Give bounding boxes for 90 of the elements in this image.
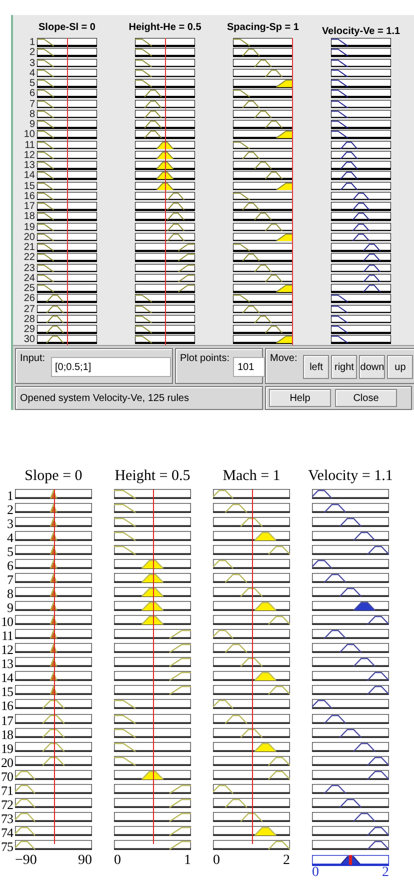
input-line[interactable] xyxy=(54,489,55,844)
variable-title: Slope-Sl = 0 xyxy=(38,21,96,35)
rule-number: 9 xyxy=(7,601,13,616)
variable-title: Velocity-Ve = 1.1 xyxy=(320,25,402,38)
rule-number: 7 xyxy=(29,100,35,110)
rule-number: 29 xyxy=(24,325,35,335)
rule-number: 22 xyxy=(24,253,35,264)
rule-number: 12 xyxy=(1,643,13,658)
axis-label: 0 xyxy=(114,854,121,867)
variable-title: Velocity = 1.1 xyxy=(307,467,394,486)
rule-number: 9 xyxy=(29,120,35,130)
rule-number: 73 xyxy=(1,812,13,826)
axis-label: 2 xyxy=(283,854,290,867)
rule-number: 75 xyxy=(1,840,13,854)
rule-number: 24 xyxy=(24,274,35,284)
variable-title: Mach = 1 xyxy=(222,467,282,486)
rule-number: 30 xyxy=(24,335,35,345)
move-button[interactable]: down xyxy=(359,355,386,379)
move-button[interactable]: right xyxy=(331,355,358,379)
rule-number: 25 xyxy=(24,284,35,294)
rule-number: 8 xyxy=(7,587,13,602)
rule-number: 26 xyxy=(24,294,35,304)
rule-number: 4 xyxy=(29,68,35,79)
rule-number: 13 xyxy=(1,657,13,672)
axis-label: 0 xyxy=(312,866,319,879)
rule-number: 18 xyxy=(1,728,13,742)
rule-number: 15 xyxy=(1,685,13,700)
rule-number: 5 xyxy=(29,79,35,89)
rule-number: 14 xyxy=(24,171,35,182)
axis-label: 0 xyxy=(213,854,220,867)
input-line[interactable] xyxy=(152,489,154,844)
rule-number: 71 xyxy=(1,784,13,798)
rule-number: 27 xyxy=(24,304,35,315)
rule-number: 1 xyxy=(29,38,35,48)
rule-number: 17 xyxy=(1,714,13,728)
dialog-button[interactable]: Help xyxy=(269,389,331,407)
plot-points-field[interactable]: 101 xyxy=(233,357,266,377)
rule-number: 74 xyxy=(1,826,13,840)
rule-number: 3 xyxy=(29,58,35,69)
input-field[interactable]: [0;0.5;1] xyxy=(51,357,172,377)
input-label: Input: xyxy=(20,353,46,364)
rule-number: 23 xyxy=(24,264,35,274)
rule-number: 12 xyxy=(24,150,35,161)
rule-number: 11 xyxy=(1,629,13,644)
rule-number: 1 xyxy=(7,489,13,504)
rule-number: 19 xyxy=(24,222,35,233)
rule-number: 21 xyxy=(24,243,35,253)
rule-number: 18 xyxy=(24,212,35,222)
rule-number: 14 xyxy=(1,671,13,686)
rule-number: 16 xyxy=(24,192,35,202)
axis-label: 1 xyxy=(184,854,191,867)
rule-number: 4 xyxy=(7,531,13,546)
move-label: Move: xyxy=(270,353,298,364)
input-line[interactable] xyxy=(67,38,68,345)
variable-title: Height = 0.5 xyxy=(114,467,192,486)
rule-number: 28 xyxy=(24,314,35,325)
variable-title: Spacing-Sp = 1 xyxy=(226,21,300,35)
rule-number: 5 xyxy=(7,545,13,560)
move-button[interactable]: up xyxy=(387,355,414,379)
status-text: Opened system Velocity-Ve, 125 rules xyxy=(20,392,189,404)
variable-title: Slope = 0 xyxy=(24,467,84,486)
rule-number: 20 xyxy=(24,232,35,243)
rule-number: 13 xyxy=(24,161,35,171)
rule-number: 10 xyxy=(24,130,35,140)
rule-number: 7 xyxy=(7,573,13,588)
input-line[interactable] xyxy=(165,38,166,345)
input-line[interactable] xyxy=(252,489,253,844)
rule-number: 3 xyxy=(7,517,13,532)
input-line[interactable] xyxy=(292,38,293,345)
rule-number: 72 xyxy=(1,798,13,812)
axis-label: 90 xyxy=(78,854,92,867)
rule-number: 10 xyxy=(1,615,13,630)
rule-number: 16 xyxy=(1,699,13,714)
move-button[interactable]: left xyxy=(303,355,330,379)
rule-number: 17 xyxy=(24,202,35,212)
axis-label: 2 xyxy=(382,866,389,879)
plot-points-label: Plot points: xyxy=(180,353,230,364)
dialog-button[interactable]: Close xyxy=(335,389,397,407)
rule-number: 19 xyxy=(1,742,13,756)
rule-number: 8 xyxy=(29,110,35,120)
rule-number: 2 xyxy=(7,503,13,518)
rule-number: 6 xyxy=(7,559,13,574)
rule-number: 15 xyxy=(24,182,35,192)
rule-number: 20 xyxy=(1,756,13,770)
rule-number: 2 xyxy=(29,48,35,58)
rule-number: 11 xyxy=(24,140,35,151)
rule-number: 6 xyxy=(29,89,35,100)
axis-label: −90 xyxy=(15,854,37,867)
rule-number: 70 xyxy=(1,770,13,784)
variable-title: Height-He = 0.5 xyxy=(128,21,202,35)
